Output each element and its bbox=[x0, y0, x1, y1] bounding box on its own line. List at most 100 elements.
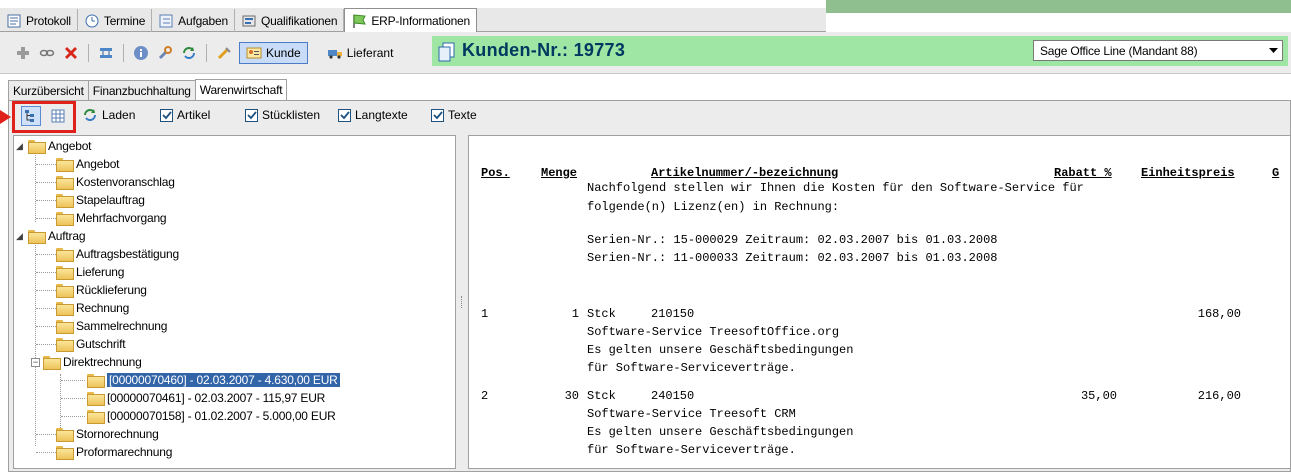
header-rabatt: Rabatt % bbox=[1054, 166, 1112, 180]
calendar-icon bbox=[84, 13, 100, 29]
artikel-checkbox[interactable]: Artikel bbox=[160, 108, 210, 122]
tree-item[interactable]: Mehrfachvorgang bbox=[56, 209, 167, 227]
tab-qualifikationen[interactable]: Qualifikationen bbox=[235, 9, 345, 32]
tree-item[interactable]: Kostenvoranschlag bbox=[56, 173, 175, 191]
position-artikelnr: 210150 bbox=[651, 307, 695, 321]
tree-item[interactable]: Rechnung bbox=[56, 299, 129, 317]
folder-icon bbox=[56, 302, 74, 316]
collapse-arrow-icon[interactable]: ◢ bbox=[16, 231, 28, 242]
tab-finanzbuchhaltung[interactable]: Finanzbuchhaltung bbox=[87, 80, 196, 100]
tab-aufgaben[interactable]: Aufgaben bbox=[152, 9, 235, 32]
tree-node-label: Stornorechnung bbox=[76, 427, 159, 441]
checkbox-label: Texte bbox=[448, 108, 477, 122]
supplier-truck-icon bbox=[327, 45, 343, 61]
stuecklisten-checkbox[interactable]: Stücklisten bbox=[245, 108, 320, 122]
folder-icon bbox=[56, 248, 74, 262]
toolbar-separator bbox=[88, 44, 89, 62]
tree-item[interactable]: Stapelauftrag bbox=[56, 191, 145, 209]
texte-checkbox[interactable]: Texte bbox=[431, 108, 477, 122]
position-number: 1 bbox=[481, 307, 489, 321]
delete-icon[interactable] bbox=[62, 44, 80, 62]
tab-protokoll[interactable]: Protokoll bbox=[0, 9, 78, 32]
checkbox-check-icon[interactable] bbox=[245, 108, 258, 122]
folder-icon bbox=[56, 338, 74, 352]
tree-item[interactable]: Angebot bbox=[56, 155, 120, 173]
tab-label: Termine bbox=[103, 13, 146, 28]
qualifications-icon bbox=[241, 13, 257, 29]
tree-node-label: Lieferung bbox=[76, 265, 125, 279]
customer-card-icon bbox=[246, 45, 262, 61]
tab-termine[interactable]: Termine bbox=[78, 9, 153, 32]
mandant-select[interactable]: Sage Office Line (Mandant 88) bbox=[1033, 40, 1283, 61]
document-tree[interactable]: ◢ Angebot Angebot Kostenvoranschlag Stap… bbox=[13, 135, 456, 469]
tree-group-direktrechnung[interactable]: − Direktrechnung bbox=[31, 353, 142, 371]
tree-item-selected[interactable]: [00000070460] - 02.03.2007 - 4.630,00 EU… bbox=[87, 371, 340, 389]
position-einheit: Stck bbox=[587, 389, 616, 403]
toolbar-separator bbox=[206, 44, 207, 62]
chevron-down-icon[interactable] bbox=[1264, 41, 1282, 60]
link-icon[interactable] bbox=[38, 44, 56, 62]
tree-node-label: Sammelrechnung bbox=[76, 319, 168, 333]
refresh-icon[interactable] bbox=[180, 44, 198, 62]
tree-item[interactable]: Stornorechnung bbox=[56, 425, 159, 443]
position-einheit: Stck bbox=[587, 307, 616, 321]
kunde-button[interactable]: Kunde bbox=[239, 42, 308, 64]
tree-item[interactable]: [00000070461] - 02.03.2007 - 115,97 EUR bbox=[87, 389, 325, 407]
tab-label: Protokoll bbox=[26, 13, 71, 28]
position-number: 2 bbox=[481, 389, 489, 403]
checkbox-check-icon[interactable] bbox=[431, 108, 444, 122]
erp-window: Protokoll Termine Aufgaben Qualifikation… bbox=[0, 0, 1291, 472]
tab-label: Qualifikationen bbox=[260, 13, 338, 28]
position-preis: 168,00 bbox=[1197, 307, 1241, 321]
tree-item[interactable]: [00000070158] - 01.02.2007 - 5.000,00 EU… bbox=[87, 407, 336, 425]
position-menge: 1 bbox=[571, 307, 579, 321]
tab-erp-informationen[interactable]: ERP-Informationen bbox=[344, 8, 477, 32]
header-menge: Menge bbox=[541, 166, 578, 180]
tree-node-label: Mehrfachvorgang bbox=[76, 211, 167, 225]
document-copy-icon bbox=[438, 42, 456, 65]
toolbar-separator bbox=[123, 44, 124, 62]
top-tab-strip: Protokoll Termine Aufgaben Qualifikation… bbox=[0, 8, 826, 32]
reload-icon bbox=[82, 107, 98, 123]
tree-item[interactable]: Rücklieferung bbox=[56, 281, 147, 299]
tab-kurzuebersicht[interactable]: Kurzübersicht bbox=[8, 80, 89, 100]
lieferant-button[interactable]: Lieferant bbox=[320, 42, 401, 64]
tree-group-auftrag[interactable]: ◢ Auftrag bbox=[16, 227, 85, 245]
position-text: für Software-Serviceverträge. bbox=[587, 443, 796, 457]
tree-item[interactable]: Sammelrechnung bbox=[56, 317, 167, 335]
tree-item[interactable]: Gutschrift bbox=[56, 335, 126, 353]
tree-group-angebot[interactable]: ◢ Angebot bbox=[16, 137, 92, 155]
tab-label: ERP-Informationen bbox=[371, 13, 470, 28]
transfer-icon[interactable] bbox=[97, 44, 115, 62]
collapse-arrow-icon[interactable]: ◢ bbox=[16, 141, 28, 152]
intro-line: Nachfolgend stellen wir Ihnen die Kosten… bbox=[587, 181, 1084, 195]
folder-icon bbox=[43, 356, 61, 370]
info-icon[interactable] bbox=[132, 44, 150, 62]
collapse-minus-icon[interactable]: − bbox=[31, 357, 40, 367]
tree-item[interactable]: Lieferung bbox=[56, 263, 124, 281]
header-g: G bbox=[1272, 166, 1280, 180]
splitter-grip[interactable] bbox=[461, 296, 463, 308]
protocol-icon bbox=[6, 13, 22, 29]
erp-flag-icon bbox=[351, 13, 367, 29]
tree-node-label: Auftrag bbox=[48, 229, 86, 243]
laden-button[interactable]: Laden bbox=[82, 107, 135, 123]
tools-icon[interactable] bbox=[215, 44, 233, 62]
tasks-icon bbox=[158, 13, 174, 29]
header-einheitspreis: Einheitspreis bbox=[1141, 166, 1235, 180]
position-text: Es gelten unsere Geschäftsbedingungen bbox=[587, 425, 854, 439]
folder-icon bbox=[56, 446, 74, 460]
position-rabatt: 35,00 bbox=[1080, 389, 1117, 403]
tree-node-label: [00000070158] - 01.02.2007 - 5.000,00 EU… bbox=[107, 409, 336, 423]
tree-item[interactable]: Proformarechnung bbox=[56, 443, 172, 461]
toolbar-icons: Kunde Lieferant bbox=[14, 42, 400, 64]
position-text: Software-Service TreesoftOffice.org bbox=[587, 325, 840, 339]
langtexte-checkbox[interactable]: Langtexte bbox=[338, 108, 408, 122]
add-icon[interactable] bbox=[14, 44, 32, 62]
tree-item[interactable]: Auftragsbestätigung bbox=[56, 245, 179, 263]
checkbox-check-icon[interactable] bbox=[160, 108, 173, 122]
tree-node-label: Direktrechnung bbox=[63, 355, 142, 369]
tab-warenwirtschaft[interactable]: Warenwirtschaft bbox=[194, 79, 288, 100]
checkbox-check-icon[interactable] bbox=[338, 108, 351, 122]
wrench-icon[interactable] bbox=[156, 44, 174, 62]
